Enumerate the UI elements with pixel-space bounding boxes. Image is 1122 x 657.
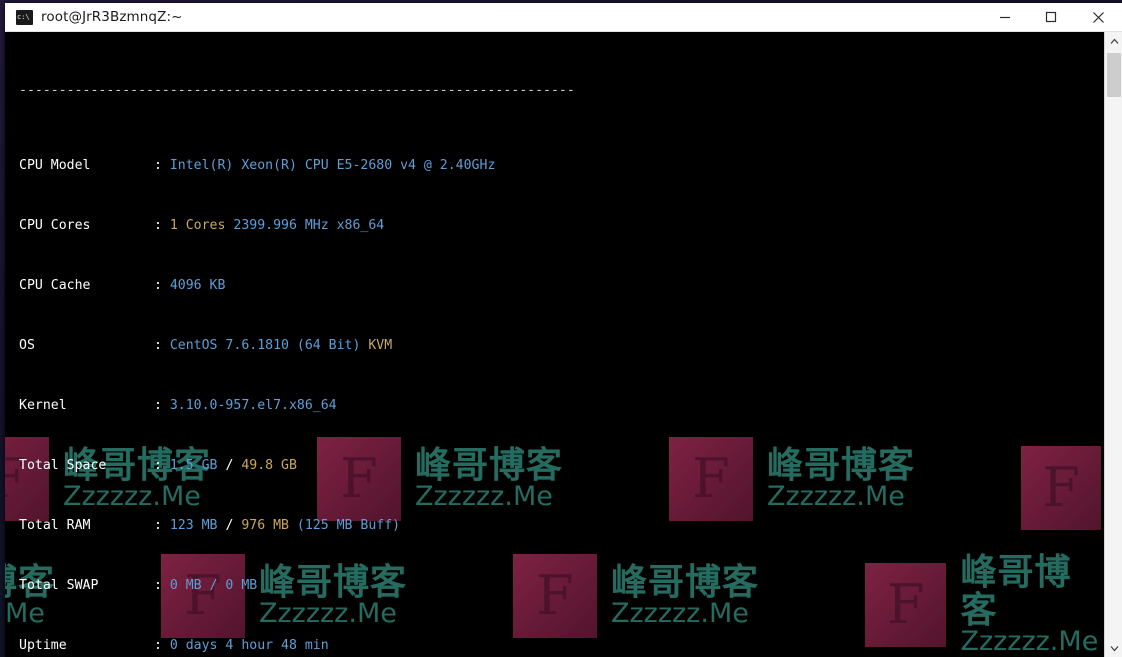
- info-value: 0 MB / 0 MB: [169, 578, 258, 593]
- info-value: 3.10.0-957.el7.x86_64: [169, 398, 337, 413]
- info-value-os: CentOS 7.6.1810 (64 Bit): [169, 338, 369, 353]
- info-value-freq: 2399.996 MHz x86_64: [225, 218, 385, 233]
- info-value-used: 1.5 GB: [169, 458, 218, 473]
- info-row-cpu-cores: CPU Cores : 1 Cores 2399.996 MHz x86_64: [19, 218, 1104, 233]
- info-label: CPU Cache :: [19, 278, 170, 293]
- info-row-kernel: Kernel : 3.10.0-957.el7.x86_64: [19, 398, 1104, 413]
- terminal-output: ----------------------------------------…: [5, 32, 1104, 657]
- scroll-down-arrow[interactable]: [1105, 639, 1122, 657]
- window-controls: [982, 3, 1122, 32]
- terminal-body[interactable]: F 峰哥博客 Zzzzzz.Me F 峰哥博客 Zzzzzz.Me F 峰哥博客…: [5, 32, 1122, 657]
- info-label: CPU Model :: [19, 158, 170, 173]
- info-value: Intel(R) Xeon(R) CPU E5-2680 v4 @ 2.40GH…: [169, 158, 496, 173]
- info-label: CPU Cores :: [19, 218, 170, 233]
- info-label: Kernel :: [19, 398, 170, 413]
- info-value-virt: KVM: [368, 338, 393, 353]
- info-row-cpu-model: CPU Model : Intel(R) Xeon(R) CPU E5-2680…: [19, 158, 1104, 173]
- terminal-scrollbar[interactable]: [1104, 32, 1122, 657]
- info-value-used: 123 MB: [169, 518, 218, 533]
- window-titlebar[interactable]: root@JrR3BzmnqZ:~: [5, 3, 1122, 32]
- terminal-window: root@JrR3BzmnqZ:~ F: [5, 3, 1122, 657]
- info-value-buff: (125 MB Buff): [288, 518, 401, 533]
- desktop-background: root@JrR3BzmnqZ:~ F: [0, 0, 1122, 657]
- window-title: root@JrR3BzmnqZ:~: [41, 9, 183, 25]
- info-label: Total SWAP :: [19, 578, 170, 593]
- info-row-total-space: Total Space : 1.5 GB / 49.8 GB: [19, 458, 1104, 473]
- info-value-cores: 1 Cores: [169, 218, 226, 233]
- minimize-button[interactable]: [982, 3, 1028, 32]
- info-value: 4096 KB: [169, 278, 226, 293]
- info-value-total: 976 MB: [241, 518, 289, 533]
- info-value-total: 49.8 GB: [241, 458, 297, 473]
- separator-line: ----------------------------------------…: [19, 83, 575, 98]
- info-row-total-ram: Total RAM : 123 MB / 976 MB (125 MB Buff…: [19, 518, 1104, 533]
- terminal-icon: [16, 9, 33, 25]
- close-button[interactable]: [1074, 3, 1122, 32]
- info-label: Total RAM :: [19, 518, 170, 533]
- info-row-total-swap: Total SWAP : 0 MB / 0 MB: [19, 578, 1104, 593]
- maximize-button[interactable]: [1028, 3, 1074, 32]
- info-row-os: OS : CentOS 7.6.1810 (64 Bit) KVM: [19, 338, 1104, 353]
- info-label: Total Space :: [19, 458, 170, 473]
- info-label: Uptime :: [19, 638, 170, 653]
- info-row-uptime: Uptime : 0 days 4 hour 48 min: [19, 638, 1104, 653]
- scroll-up-arrow[interactable]: [1105, 32, 1122, 50]
- info-sep: /: [217, 518, 242, 533]
- info-value: 0 days 4 hour 48 min: [169, 638, 329, 653]
- info-sep: /: [217, 458, 242, 473]
- scrollbar-thumb[interactable]: [1107, 53, 1121, 97]
- info-label: OS :: [19, 338, 170, 353]
- info-row-cpu-cache: CPU Cache : 4096 KB: [19, 278, 1104, 293]
